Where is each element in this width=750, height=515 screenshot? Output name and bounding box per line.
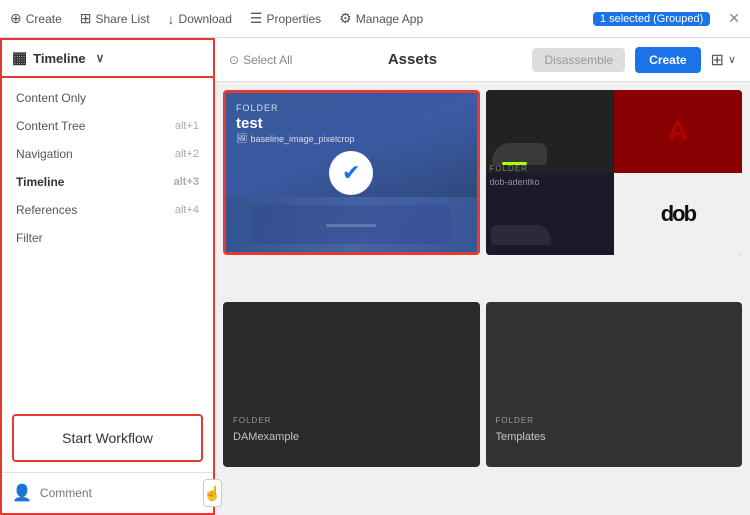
- card4-type-label: FOLDER: [496, 416, 534, 425]
- download-icon: ↓: [168, 11, 175, 27]
- menu-label: Content Only: [16, 91, 86, 105]
- properties-icon: ☰: [250, 10, 263, 27]
- card1-thumbnail: ▬▬▬▬▬: [226, 197, 477, 252]
- sidebar-header[interactable]: ▦ Timeline ∨: [0, 38, 215, 78]
- sidebar-item-timeline[interactable]: Timeline alt+3: [2, 168, 213, 196]
- card4-name: Templates: [496, 431, 546, 443]
- asset-card-test[interactable]: FOLDER test 🖼 baseline_image_pixelcrop ✔…: [223, 90, 480, 255]
- select-all-label: Select All: [243, 53, 292, 67]
- content-title: Assets: [302, 51, 522, 68]
- view-toggle-button[interactable]: ⊞ ∨: [711, 50, 736, 70]
- card3-name: DAMexample: [233, 431, 299, 443]
- share-list-button[interactable]: ⊞ Share List: [80, 10, 150, 27]
- close-button[interactable]: ✕: [728, 10, 740, 27]
- create-icon: ⊕: [10, 10, 22, 27]
- card1-background: FOLDER test 🖼 baseline_image_pixelcrop ✔…: [226, 93, 477, 252]
- sidebar-menu: Content Only Content Tree alt+1 Navigati…: [2, 78, 213, 406]
- asset-card-dob[interactable]: A dob FOLDER dob-adentko: [486, 90, 743, 255]
- menu-label: References: [16, 203, 77, 217]
- sidebar-item-content-only[interactable]: Content Only: [2, 84, 213, 112]
- shortcut-label: alt+1: [175, 120, 199, 132]
- menu-label: Content Tree: [16, 119, 85, 133]
- properties-button[interactable]: ☰ Properties: [250, 10, 321, 27]
- shortcut-label: alt+4: [175, 204, 199, 216]
- asset-grid: FOLDER test 🖼 baseline_image_pixelcrop ✔…: [215, 82, 750, 515]
- chevron-down-icon: ∨: [728, 53, 736, 66]
- sidebar-item-navigation[interactable]: Navigation alt+2: [2, 140, 213, 168]
- send-icon: ☝: [204, 485, 221, 502]
- select-all-icon: ⊙: [229, 53, 239, 67]
- select-all-button[interactable]: ⊙ Select All: [229, 53, 292, 67]
- user-icon: 👤: [12, 483, 32, 503]
- card3-background: FOLDER DAMexample: [223, 302, 480, 467]
- card1-file-info: 🖼 baseline_image_pixelcrop: [236, 133, 355, 144]
- disassemble-button[interactable]: Disassemble: [532, 48, 625, 72]
- manage-app-label: Manage App: [356, 12, 423, 26]
- start-workflow-label: Start Workflow: [62, 430, 153, 446]
- chevron-down-icon: ∨: [96, 51, 105, 65]
- grid-view-icon: ⊞: [711, 50, 724, 70]
- sidebar-comment-area: 👤 ☝: [2, 472, 213, 513]
- shortcut-label: alt+3: [174, 176, 199, 188]
- sidebar-item-content-tree[interactable]: Content Tree alt+1: [2, 112, 213, 140]
- card1-type-label: FOLDER: [236, 103, 279, 113]
- properties-label: Properties: [266, 12, 321, 26]
- send-comment-button[interactable]: ☝: [203, 479, 222, 507]
- card2-name: dob-adentko: [490, 177, 540, 252]
- selected-check-icon: ✔: [329, 151, 373, 195]
- card2-type-label: FOLDER: [490, 164, 528, 173]
- card1-file-label: baseline_image_pixelcrop: [250, 134, 354, 144]
- content-header: ⊙ Select All Assets Disassemble Create ⊞…: [215, 38, 750, 82]
- toolbar: ⊕ Create ⊞ Share List ↓ Download ☰ Prope…: [0, 0, 750, 38]
- sidebar-item-references[interactable]: References alt+4: [2, 196, 213, 224]
- content-create-button[interactable]: Create: [635, 47, 700, 73]
- start-workflow-button[interactable]: Start Workflow: [12, 414, 203, 462]
- download-button[interactable]: ↓ Download: [168, 11, 232, 27]
- asset-card-templates[interactable]: FOLDER Templates: [486, 302, 743, 467]
- comment-input[interactable]: [40, 486, 195, 500]
- card1-name: test: [236, 115, 263, 132]
- sidebar: ▦ Timeline ∨ Content Only Content Tree a…: [0, 38, 215, 515]
- sidebar-title: Timeline: [33, 51, 86, 66]
- selection-badge: 1 selected (Grouped): [593, 12, 710, 26]
- card4-background: FOLDER Templates: [486, 302, 743, 467]
- download-label: Download: [179, 12, 232, 26]
- card3-type-label: FOLDER: [233, 416, 271, 425]
- share-list-icon: ⊞: [80, 10, 92, 27]
- menu-label: Timeline: [16, 175, 64, 189]
- dob-text: dob: [661, 201, 695, 227]
- manage-app-icon: ⚙: [339, 10, 352, 27]
- menu-label: Navigation: [16, 147, 73, 161]
- manage-app-button[interactable]: ⚙ Manage App: [339, 10, 423, 27]
- create-button[interactable]: ⊕ Create: [10, 10, 62, 27]
- main-layout: ▦ Timeline ∨ Content Only Content Tree a…: [0, 38, 750, 515]
- shortcut-label: alt+2: [175, 148, 199, 160]
- asset-card-damexample[interactable]: FOLDER DAMexample: [223, 302, 480, 467]
- share-list-label: Share List: [96, 12, 150, 26]
- grid-icon: ▦: [12, 48, 27, 68]
- image-icon: 🖼: [236, 133, 247, 144]
- content-area: ⊙ Select All Assets Disassemble Create ⊞…: [215, 38, 750, 515]
- menu-label: Filter: [16, 231, 43, 245]
- sidebar-item-filter[interactable]: Filter: [2, 224, 213, 252]
- create-label: Create: [26, 12, 62, 26]
